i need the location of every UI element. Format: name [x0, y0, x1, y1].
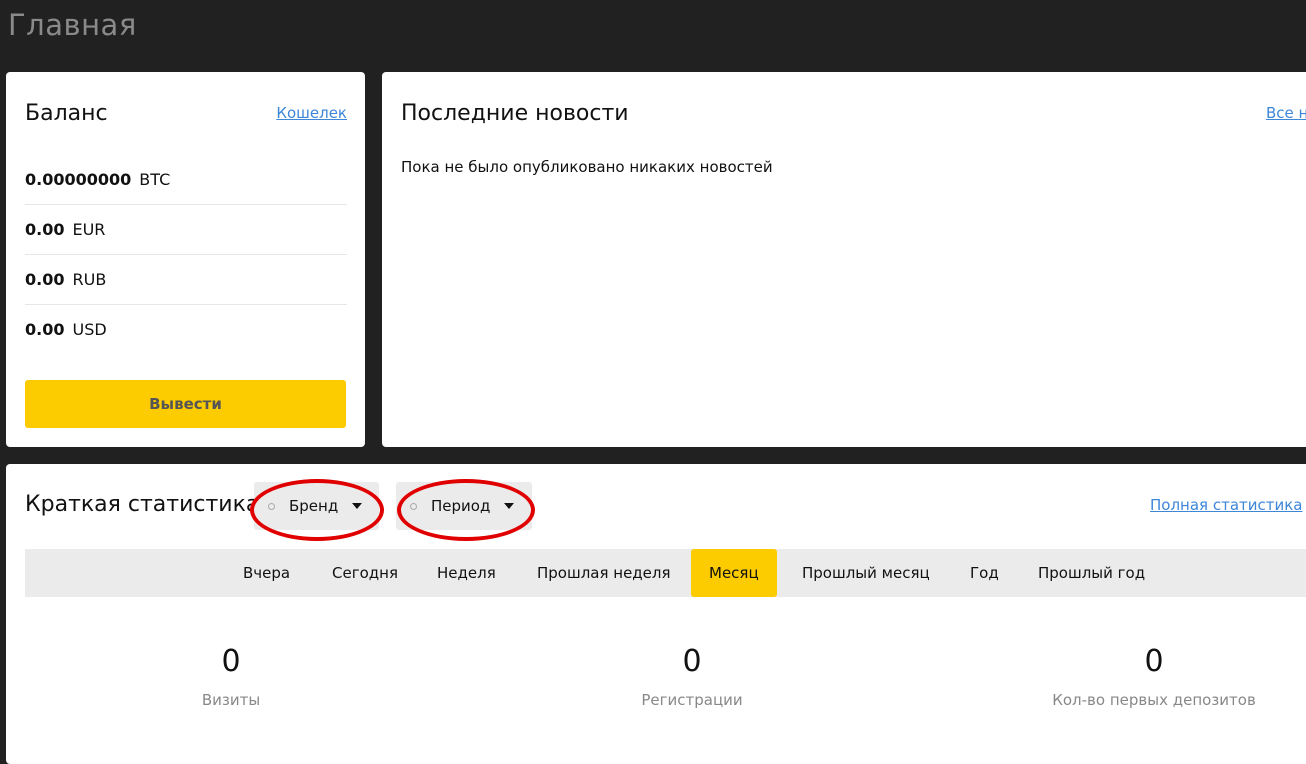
stat-registrations: 0 Регистрации	[542, 644, 842, 709]
wallet-link[interactable]: Кошелек	[276, 104, 347, 122]
tab-last-month[interactable]: Прошлый месяц	[784, 549, 948, 597]
stat-value: 0	[682, 644, 702, 679]
balance-amount: 0.00000000	[25, 170, 132, 189]
stats-title: Краткая статистика	[25, 492, 260, 517]
period-dropdown[interactable]: Период	[396, 482, 532, 530]
balance-list: 0.00000000 BTC 0.00 EUR 0.00 RUB 0.00 US…	[25, 155, 347, 354]
caret-down-icon	[352, 503, 363, 509]
balance-amount: 0.00	[25, 320, 65, 339]
balance-amount: 0.00	[25, 270, 65, 289]
balance-card: Баланс Кошелек 0.00000000 BTC 0.00 EUR 0…	[6, 72, 365, 447]
stat-first-deposits: 0 Кол-во первых депозитов	[1004, 644, 1304, 709]
balance-currency: USD	[72, 320, 107, 339]
tab-yesterday[interactable]: Вчера	[225, 549, 308, 597]
tab-week[interactable]: Неделя	[419, 549, 514, 597]
tab-last-year[interactable]: Прошлый год	[1020, 549, 1163, 597]
caret-down-icon	[504, 503, 515, 509]
balance-currency: EUR	[72, 220, 106, 239]
stat-visits: 0 Визиты	[81, 644, 381, 709]
period-tabs: Вчера Сегодня Неделя Прошлая неделя Меся…	[25, 549, 1306, 597]
balance-currency: RUB	[72, 270, 107, 289]
balance-row-rub: 0.00 RUB	[25, 255, 347, 305]
news-card: Последние новости Все н Пока не было опу…	[382, 72, 1306, 447]
withdraw-button[interactable]: Вывести	[25, 380, 346, 428]
stats-card: Краткая статистика Бренд Период Полная с…	[6, 464, 1306, 764]
balance-row-btc: 0.00000000 BTC	[25, 155, 347, 205]
stat-value: 0	[221, 644, 241, 679]
full-stats-link[interactable]: Полная статистика	[1150, 496, 1302, 514]
stat-value: 0	[1144, 644, 1164, 679]
all-news-link[interactable]: Все н	[1266, 104, 1306, 122]
tab-month[interactable]: Месяц	[691, 549, 777, 597]
balance-title: Баланс	[25, 101, 108, 126]
stat-label: Кол-во первых депозитов	[1052, 691, 1256, 709]
tab-year[interactable]: Год	[952, 549, 1017, 597]
radio-dot-icon	[268, 502, 275, 510]
balance-currency: BTC	[139, 170, 171, 189]
balance-amount: 0.00	[25, 220, 65, 239]
balance-row-eur: 0.00 EUR	[25, 205, 347, 255]
brand-dropdown[interactable]: Бренд	[254, 482, 379, 530]
page-title: Главная	[8, 8, 137, 42]
radio-dot-icon	[410, 502, 417, 510]
tab-today[interactable]: Сегодня	[314, 549, 416, 597]
brand-dropdown-label: Бренд	[289, 497, 339, 515]
stat-label: Визиты	[201, 691, 261, 709]
news-title: Последние новости	[401, 101, 629, 126]
tab-last-week[interactable]: Прошлая неделя	[519, 549, 689, 597]
news-empty-message: Пока не было опубликовано никаких новост…	[401, 158, 773, 176]
period-dropdown-label: Период	[431, 497, 491, 515]
stat-label: Регистрации	[641, 691, 743, 709]
balance-row-usd: 0.00 USD	[25, 305, 347, 354]
